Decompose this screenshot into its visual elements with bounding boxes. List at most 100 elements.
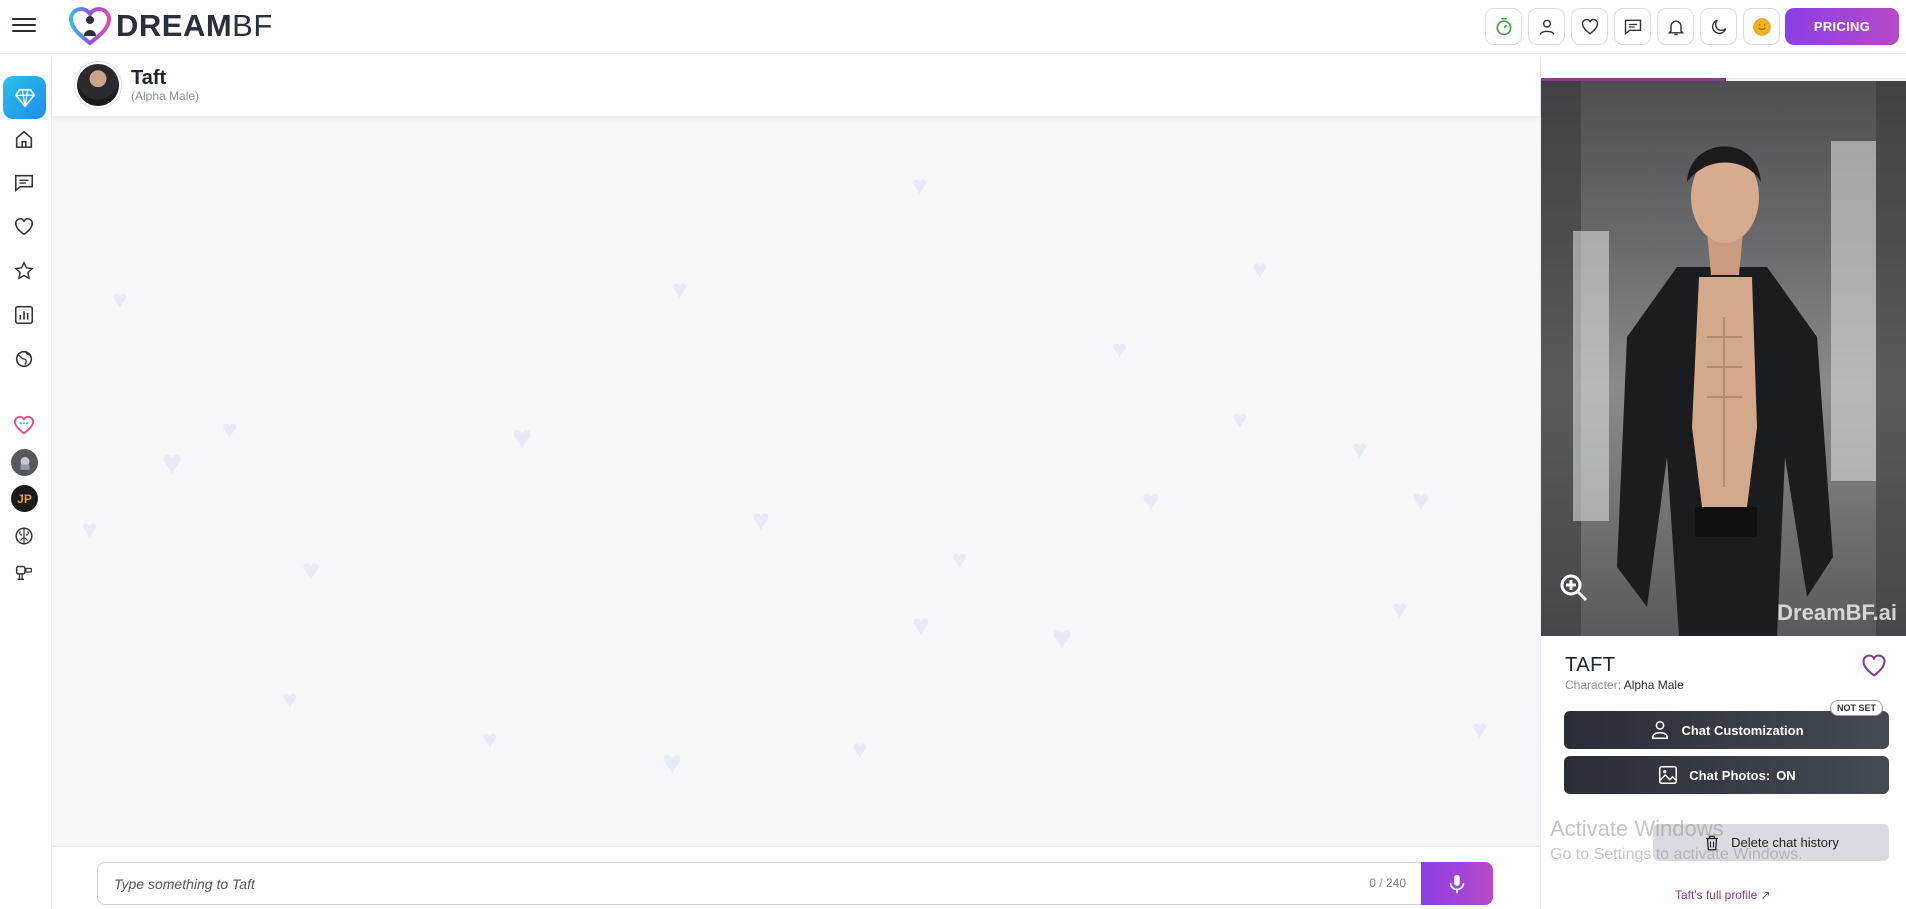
- background-heart-icon: ♥: [222, 414, 238, 444]
- background-heart-icon: ♥: [302, 554, 320, 587]
- profile-panel: DreamBF.ai TAFT Character: Alpha Male Ch…: [1540, 54, 1906, 909]
- sidebar-item-robot[interactable]: [11, 559, 37, 585]
- sidebar-item-explore[interactable]: [11, 346, 37, 372]
- background-heart-icon: ♥: [952, 544, 968, 574]
- sidebar: JP: [0, 54, 52, 909]
- sidebar-item-favorites[interactable]: [11, 214, 37, 240]
- chat-photos-button[interactable]: Chat Photos: ON: [1564, 756, 1889, 794]
- profile-name: TAFT: [1565, 654, 1616, 676]
- sidebar-item-home[interactable]: [11, 126, 37, 152]
- logo[interactable]: DREAMBF: [68, 6, 273, 46]
- star-icon: [14, 261, 34, 280]
- heart-icon: [1581, 18, 1598, 35]
- microphone-icon: [1449, 874, 1465, 893]
- brain-icon: [15, 527, 33, 545]
- stats-icon: [14, 305, 34, 325]
- dark-mode-button[interactable]: [1700, 8, 1737, 45]
- message-composer: 0 / 240: [97, 862, 1493, 905]
- background-heart-icon: ♥: [482, 724, 498, 754]
- background-heart-icon: ♥: [1472, 714, 1488, 744]
- character-label: Character:: [1565, 678, 1622, 692]
- chat-photos-label: Chat Photos:: [1689, 767, 1771, 783]
- user-icon: [1539, 19, 1554, 35]
- favorite-heart-icon[interactable]: [1860, 652, 1888, 680]
- background-heart-icon: ♥: [1352, 434, 1368, 464]
- messages-button[interactable]: [1614, 8, 1651, 45]
- helmet-avatar-icon: [20, 456, 29, 470]
- char-counter: 0 / 240: [1369, 876, 1406, 890]
- background-heart-icon: ♥: [82, 514, 98, 544]
- background-heart-icon: ♥: [852, 734, 868, 764]
- sidebar-item-brain[interactable]: [11, 523, 37, 549]
- chat-icon: [14, 174, 34, 192]
- profile-tabs: [1541, 54, 1906, 81]
- sidebar-item-jp[interactable]: JP: [11, 485, 38, 512]
- chat-messages-area: ♥ ♥ ♥ ♥ ♥ ♥ ♥ ♥ ♥ ♥ ♥ ♥ ♥ ♥ ♥ ♥ ♥ ♥ ♥ ♥ …: [52, 116, 1540, 846]
- background-heart-icon: ♥: [112, 284, 128, 314]
- profile-button[interactable]: [1528, 8, 1565, 45]
- chat-customization-label: Chat Customization: [1681, 722, 1804, 738]
- coin-timer-button[interactable]: [1485, 8, 1522, 45]
- sidebar-item-chats[interactable]: [11, 170, 37, 196]
- logo-heart-icon: [68, 6, 112, 46]
- smiley-coin-icon: [1752, 17, 1771, 36]
- chat-photos-value: ON: [1776, 767, 1796, 783]
- activate-windows-title: Activate Windows: [1550, 816, 1724, 841]
- background-heart-icon: ♥: [282, 684, 298, 714]
- heart-icon: [14, 217, 34, 236]
- notifications-button[interactable]: [1657, 8, 1694, 45]
- zoom-in-icon[interactable]: [1559, 573, 1589, 603]
- chat-customization-button[interactable]: Chat Customization NOT SET: [1564, 700, 1889, 749]
- bell-icon: [1667, 20, 1684, 35]
- pricing-button[interactable]: PRICING: [1785, 8, 1899, 45]
- home-icon: [15, 130, 33, 149]
- premium-button[interactable]: [3, 76, 46, 119]
- person-settings-icon: [1652, 721, 1669, 739]
- favorites-button[interactable]: [1571, 8, 1608, 45]
- chat-heart-icon: [13, 415, 35, 435]
- chat-icon: [1624, 19, 1641, 35]
- chat-subtitle: (Alpha Male): [131, 89, 200, 103]
- sidebar-item-helmet[interactable]: [11, 449, 38, 476]
- background-heart-icon: ♥: [1112, 334, 1128, 364]
- profile-person-figure: [1617, 146, 1833, 636]
- chat-header: Taft (Alpha Male): [52, 54, 1540, 116]
- moon-icon: [1711, 19, 1726, 34]
- background-heart-icon: ♥: [1412, 484, 1430, 517]
- background-heart-icon: ♥: [1392, 594, 1408, 624]
- background-heart-icon: ♥: [512, 419, 533, 457]
- chat-title: Taft: [131, 67, 167, 89]
- diamond-icon: [14, 88, 35, 108]
- globe-icon: [15, 350, 33, 368]
- robot-icon: [15, 565, 32, 581]
- coin-timer-icon: [1496, 17, 1511, 35]
- activate-windows-subtitle: Go to Settings to activate Windows.: [1550, 846, 1803, 863]
- message-input[interactable]: [114, 863, 1294, 904]
- character-value: Alpha Male: [1623, 678, 1684, 692]
- background-heart-icon: ♥: [1052, 619, 1073, 657]
- background-heart-icon: ♥: [752, 504, 770, 537]
- background-heart-icon: ♥: [912, 609, 930, 642]
- full-profile-link[interactable]: Taft's full profile ↗: [1675, 888, 1771, 902]
- menu-icon[interactable]: [12, 14, 36, 38]
- background-heart-icon: ♥: [1252, 254, 1268, 284]
- background-heart-icon: ♥: [1232, 404, 1248, 434]
- sidebar-item-love-chat[interactable]: [11, 412, 37, 438]
- profile-character: Character: Alpha Male: [1565, 678, 1684, 692]
- image-watermark: DreamBF.ai: [1777, 600, 1897, 625]
- background-heart-icon: ♥: [162, 444, 183, 482]
- not-set-badge: NOT SET: [1829, 700, 1883, 716]
- coins-button[interactable]: [1743, 8, 1780, 45]
- background-heart-icon: ♥: [912, 170, 928, 200]
- voice-input-button[interactable]: [1421, 862, 1493, 905]
- logo-text-bold: DREAM: [116, 8, 233, 43]
- profile-photo[interactable]: DreamBF.ai: [1541, 81, 1906, 636]
- sidebar-item-starred[interactable]: [11, 258, 37, 284]
- avatar[interactable]: [75, 62, 121, 108]
- image-icon: [1659, 766, 1678, 784]
- sidebar-item-stats[interactable]: [11, 302, 37, 328]
- logo-text-light: BF: [232, 8, 273, 43]
- background-heart-icon: ♥: [662, 744, 683, 782]
- top-bar: DREAMBF PRICING: [0, 0, 1906, 54]
- background-heart-icon: ♥: [672, 274, 688, 304]
